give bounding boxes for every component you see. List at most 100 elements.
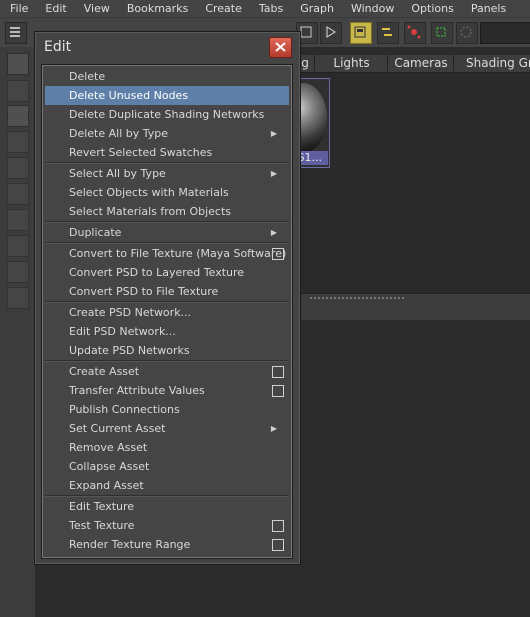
menu-options[interactable]: Options	[401, 2, 460, 15]
option-box-icon[interactable]	[272, 520, 284, 532]
submenu-arrow-icon: ▶	[270, 228, 277, 237]
tool-icon[interactable]	[7, 157, 29, 179]
menu-item-expand-asset[interactable]: Expand Asset	[45, 476, 289, 495]
menu-panels[interactable]: Panels	[461, 2, 513, 15]
window-title: Edit	[44, 39, 72, 55]
menu-item-label: Convert PSD to File Texture	[69, 285, 219, 298]
list-icon[interactable]	[5, 22, 27, 44]
menu-item-label: Delete Duplicate Shading Networks	[69, 108, 265, 121]
network-icon[interactable]	[404, 22, 426, 44]
align-icon[interactable]	[377, 22, 399, 44]
menu-item-convert-psd-to-file-texture[interactable]: Convert PSD to File Texture	[45, 282, 289, 301]
menu-item-label: Select All by Type	[69, 167, 166, 180]
menu-item-select-objects-with-materials[interactable]: Select Objects with Materials	[45, 183, 289, 202]
menu-item-create-asset[interactable]: Create Asset	[45, 362, 289, 381]
hypershade-tabs: g Lights Cameras Shading Grou	[296, 55, 530, 73]
menu-item-label: Convert to File Texture (Maya Software)	[69, 247, 287, 260]
menu-item-delete-unused-nodes[interactable]: Delete Unused Nodes	[45, 86, 289, 105]
tab-shading-groups[interactable]: Shading Grou	[453, 55, 530, 71]
menu-item-delete-all-by-type[interactable]: Delete All by Type ▶	[45, 124, 289, 143]
menu-item-label: Test Texture	[69, 519, 135, 532]
menu-item-select-all-by-type[interactable]: Select All by Type ▶	[45, 164, 289, 183]
menu-item-label: Duplicate	[69, 226, 122, 239]
option-box-icon[interactable]	[272, 366, 284, 378]
submenu-arrow-icon: ▶	[270, 424, 277, 433]
menu-item-edit-texture[interactable]: Edit Texture	[45, 497, 289, 516]
menu-item-label: Set Current Asset	[69, 422, 166, 435]
gear-icon[interactable]	[456, 22, 478, 44]
menu-item-label: Create Asset	[69, 365, 140, 378]
menu-item-delete[interactable]: Delete	[45, 67, 289, 86]
menu-item-label: Transfer Attribute Values	[69, 384, 205, 397]
submenu-arrow-icon: ▶	[270, 129, 277, 138]
menu-tabs[interactable]: Tabs	[249, 2, 290, 15]
tab-materials[interactable]: g	[298, 55, 312, 71]
menu-view[interactable]: View	[74, 2, 117, 15]
menu-item-label: Expand Asset	[69, 479, 144, 492]
menu-item-label: Delete All by Type	[69, 127, 169, 140]
menu-bar: File Edit View Bookmarks Create Tabs Gra…	[0, 0, 530, 17]
tab-cameras[interactable]: Cameras	[387, 55, 454, 71]
menu-item-label: Collapse Asset	[69, 460, 150, 473]
play-icon[interactable]	[320, 22, 342, 44]
menu-item-test-texture[interactable]: Test Texture	[45, 516, 289, 535]
menu-item-transfer-attribute-values[interactable]: Transfer Attribute Values	[45, 381, 289, 400]
menu-item-duplicate[interactable]: Duplicate ▶	[45, 223, 289, 242]
menu-item-select-materials-from-objects[interactable]: Select Materials from Objects	[45, 202, 289, 221]
close-button[interactable]	[269, 37, 292, 58]
layout-icon[interactable]	[350, 22, 372, 44]
tool-icon[interactable]	[7, 53, 29, 75]
search-input[interactable]	[480, 22, 530, 44]
tool-icon[interactable]	[7, 105, 29, 127]
tool-icon[interactable]	[7, 261, 29, 283]
left-toolbox	[0, 47, 36, 617]
option-box-icon[interactable]	[272, 385, 284, 397]
tool-icon[interactable]	[7, 183, 29, 205]
menu-item-render-texture-range[interactable]: Render Texture Range	[45, 535, 289, 554]
menu-item-label: Revert Selected Swatches	[69, 146, 213, 159]
menu-item-label: Render Texture Range	[69, 538, 191, 551]
menu-file[interactable]: File	[0, 2, 35, 15]
menu-item-set-current-asset[interactable]: Set Current Asset ▶	[45, 419, 289, 438]
swatch-area	[296, 73, 530, 293]
edit-menu-list: Delete Delete Unused Nodes Delete Duplicat…	[41, 64, 293, 559]
menu-item-label: Update PSD Networks	[69, 344, 190, 357]
menu-item-edit-psd-network[interactable]: Edit PSD Network...	[45, 322, 289, 341]
menu-item-convert-psd-to-layered-texture[interactable]: Convert PSD to Layered Texture	[45, 263, 289, 282]
tab-lights[interactable]: Lights	[314, 55, 388, 71]
menu-item-convert-to-file-texture-maya-software[interactable]: Convert to File Texture (Maya Software)	[45, 244, 289, 263]
edit-window: Edit Delete Delete Unused Nodes Delete Dup…	[35, 32, 300, 564]
menu-item-publish-connections[interactable]: Publish Connections	[45, 400, 289, 419]
select-icon[interactable]	[431, 22, 453, 44]
swatch-label: G1...	[296, 151, 328, 165]
grip-handle-icon[interactable]	[310, 297, 405, 299]
menu-create[interactable]: Create	[195, 2, 249, 15]
menu-item-delete-duplicate-shading-networks[interactable]: Delete Duplicate Shading Networks	[45, 105, 289, 124]
menu-window[interactable]: Window	[341, 2, 401, 15]
menu-edit[interactable]: Edit	[35, 2, 73, 15]
tool-icon[interactable]	[7, 287, 29, 309]
option-box-icon[interactable]	[272, 248, 284, 260]
submenu-arrow-icon: ▶	[270, 169, 277, 178]
menu-item-remove-asset[interactable]: Remove Asset	[45, 438, 289, 457]
tool-icon[interactable]	[7, 80, 29, 102]
tool-icon[interactable]	[7, 131, 29, 153]
menu-item-label: Edit Texture	[69, 500, 135, 513]
menu-graph[interactable]: Graph	[290, 2, 341, 15]
window-titlebar[interactable]: Edit	[36, 33, 299, 61]
menu-item-label: Delete	[69, 70, 106, 83]
menu-item-label: Convert PSD to Layered Texture	[69, 266, 245, 279]
tool-icon[interactable]	[7, 209, 29, 231]
menu-item-label: Delete Unused Nodes	[69, 89, 189, 102]
menu-item-create-psd-network[interactable]: Create PSD Network...	[45, 303, 289, 322]
menu-item-label: Create PSD Network...	[69, 306, 192, 319]
menu-bookmarks[interactable]: Bookmarks	[117, 2, 195, 15]
menu-item-revert-selected-swatches[interactable]: Revert Selected Swatches	[45, 143, 289, 162]
menu-item-collapse-asset[interactable]: Collapse Asset	[45, 457, 289, 476]
menu-item-update-psd-networks[interactable]: Update PSD Networks	[45, 341, 289, 360]
menu-item-label: Edit PSD Network...	[69, 325, 176, 338]
option-box-icon[interactable]	[272, 539, 284, 551]
menu-item-label: Publish Connections	[69, 403, 180, 416]
tool-icon[interactable]	[7, 235, 29, 257]
menu-item-label: Select Objects with Materials	[69, 186, 229, 199]
